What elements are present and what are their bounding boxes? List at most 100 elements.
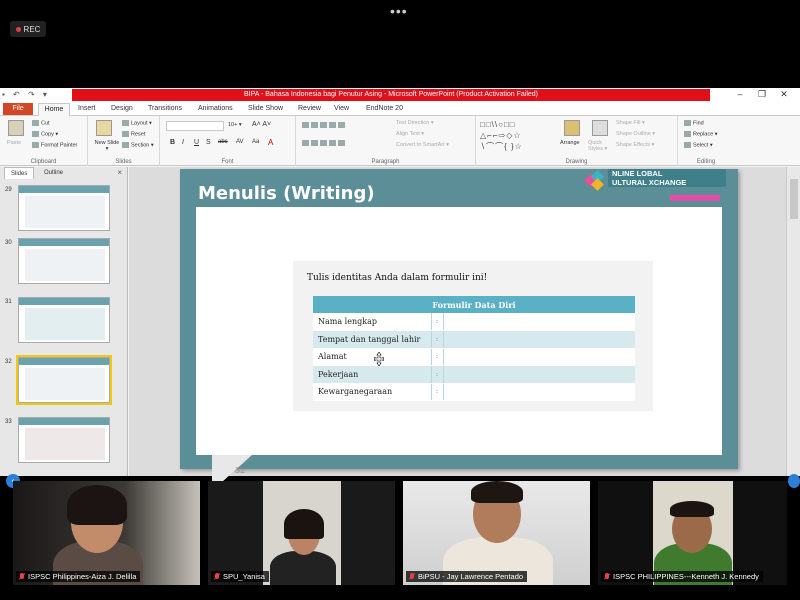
find-button[interactable]: Find [684, 120, 704, 126]
mic-muted-icon [409, 573, 415, 580]
panel-close-icon[interactable]: × [117, 168, 122, 177]
cut-label: Cut [41, 120, 50, 127]
tab-review[interactable]: Review [298, 105, 321, 112]
participant-name-text: ISPSC PHILIPPINES---Kenneth J. Kennedy [613, 572, 759, 581]
quick-styles-button[interactable]: Quick Styles ▾ [588, 140, 612, 152]
slide-thumbnail-31[interactable] [18, 297, 110, 343]
table-row: Kewarganegaraan : [313, 383, 635, 401]
reset-icon [122, 131, 129, 137]
participant-video[interactable]: ISPSC PHILIPPINES---Kenneth J. Kennedy [598, 481, 787, 585]
cut-button[interactable]: Cut [32, 120, 50, 126]
strikethrough-button[interactable]: abc [218, 139, 228, 145]
row-colon: : [430, 330, 443, 349]
participants-next-icon[interactable] [788, 474, 800, 488]
shape-outline-button[interactable]: Shape Outline ▾ [616, 131, 655, 137]
font-label: Font [221, 159, 234, 165]
convert-smartart-button[interactable]: Convert to SmartArt ▾ [396, 142, 449, 148]
slide-thumbnail-33[interactable] [18, 417, 110, 463]
select-icon [684, 142, 691, 148]
tab-design[interactable]: Design [111, 105, 133, 112]
slide-content-area: Tulis identitas Anda dalam formulir ini!… [196, 207, 722, 491]
shape-fill-button[interactable]: Shape Fill ▾ [616, 120, 645, 126]
font-size-select[interactable]: 10+ ▾ [228, 122, 242, 128]
participant-video[interactable]: SPU_Yanisa [208, 481, 395, 585]
participant-video[interactable]: BiPSU - Jay Lawrence Pentado [403, 481, 590, 585]
mic-muted-icon [19, 573, 25, 580]
new-slide-button[interactable]: New Slide ▾ [94, 140, 120, 152]
text-direction-button[interactable]: Text Direction ▾ [396, 120, 434, 126]
slides-panel: Slides Outline × 29 30 31 32 33 [0, 167, 128, 476]
clipboard-label: Clipboard [30, 159, 57, 165]
tab-home[interactable]: Home [38, 103, 70, 116]
meeting-more-options-icon[interactable]: ••• [390, 3, 408, 19]
replace-button[interactable]: Replace ▾ [684, 131, 717, 137]
shape-effects-button[interactable]: Shape Effects ▾ [616, 142, 654, 148]
tab-slides[interactable]: Slides [4, 167, 35, 179]
font-color-button[interactable]: A [268, 138, 273, 147]
restore-button[interactable]: ❐ [752, 89, 772, 100]
table-header: Formulir Data Diri [313, 296, 635, 313]
tab-animations[interactable]: Animations [198, 105, 233, 112]
row-colon: : [430, 365, 443, 384]
powerpoint-titlebar: ▪ ↶ ↷ ▾ BIPA - Bahasa Indonesia bagi Pen… [0, 88, 800, 102]
tab-endnote[interactable]: EndNote 20 [366, 105, 403, 112]
editing-label: Editing [696, 159, 716, 165]
font-name-select[interactable] [166, 121, 224, 131]
shapes-gallery[interactable]: □□\\○□□ △⌐⌐⇨◇☆ ∖⌒⌒{ }☆ [480, 119, 556, 153]
align-icons[interactable] [302, 140, 347, 146]
arrange-button[interactable]: Arrange [560, 140, 580, 146]
minimize-button[interactable]: – [730, 89, 750, 99]
row-value-cell [442, 365, 635, 384]
panel-tabs: Slides Outline × [0, 167, 128, 179]
logo-text: NLINE LOBAL ULTURAL XCHANGE [608, 169, 726, 187]
group-clipboard: Paste Cut Copy ▾ Format Painter Clipboar… [0, 116, 88, 166]
instruction-text: Tulis identitas Anda dalam formulir ini! [307, 273, 488, 283]
shadow-button[interactable]: S [206, 139, 211, 146]
thumbnail-number: 29 [5, 187, 12, 193]
font-grow-icon[interactable]: A˄ A˅ [252, 121, 271, 128]
slide-thumbnail-30[interactable] [18, 238, 110, 284]
current-slide[interactable]: Menulis (Writing) NLINE LOBAL ULTURAL XC… [180, 169, 738, 491]
close-button[interactable]: ✕ [774, 89, 794, 100]
select-button[interactable]: Select ▾ [684, 142, 713, 148]
tab-transitions[interactable]: Transitions [148, 105, 182, 112]
participant-video[interactable]: ISPSC Philippines-Aiza J. Delilla [13, 481, 200, 585]
reset-button[interactable]: Reset [122, 131, 145, 137]
italic-button[interactable]: I [182, 139, 184, 146]
tab-slide-show[interactable]: Slide Show [248, 105, 283, 112]
tab-view[interactable]: View [334, 105, 349, 112]
slide-thumbnail-29[interactable] [18, 185, 110, 231]
copy-button[interactable]: Copy ▾ [32, 131, 58, 137]
tab-outline[interactable]: Outline [38, 167, 69, 179]
section-button[interactable]: Section ▾ [122, 142, 154, 148]
paste-button[interactable]: Paste [7, 140, 21, 146]
page-number: 32 [235, 466, 246, 475]
align-text-button[interactable]: Align Text ▾ [396, 131, 424, 137]
quick-access-toolbar[interactable]: ▪ ↶ ↷ ▾ [2, 90, 50, 99]
bold-button[interactable]: B [170, 139, 175, 146]
new-slide-icon [96, 120, 112, 136]
row-colon: : [430, 383, 443, 401]
layout-button[interactable]: Layout ▾ [122, 120, 152, 126]
row-colon: : [430, 313, 443, 331]
tab-file[interactable]: File [3, 103, 33, 115]
underline-button[interactable]: U [194, 139, 199, 146]
record-dot-icon [15, 26, 21, 32]
slide-thumbnail-32[interactable] [16, 355, 112, 405]
copy-label: Copy ▾ [41, 131, 59, 138]
vertical-scrollbar[interactable] [786, 167, 800, 476]
find-icon [684, 120, 691, 126]
scissors-icon [32, 120, 39, 126]
format-painter-button[interactable]: Format Painter [32, 142, 77, 148]
tab-insert[interactable]: Insert [78, 105, 96, 112]
char-spacing-button[interactable]: AV [236, 139, 244, 145]
paste-icon [8, 120, 24, 136]
row-value-cell [442, 348, 635, 366]
thumbnail-number: 30 [5, 240, 12, 246]
change-case-button[interactable]: Aa [252, 139, 259, 145]
bullets-icon[interactable] [302, 122, 347, 128]
row-value-cell [442, 383, 635, 401]
row-value-cell [442, 313, 635, 331]
ribbon-tabs: Insert Design Transitions Animations Sli… [0, 102, 800, 116]
logo-line-1: NLINE LOBAL [612, 169, 663, 178]
